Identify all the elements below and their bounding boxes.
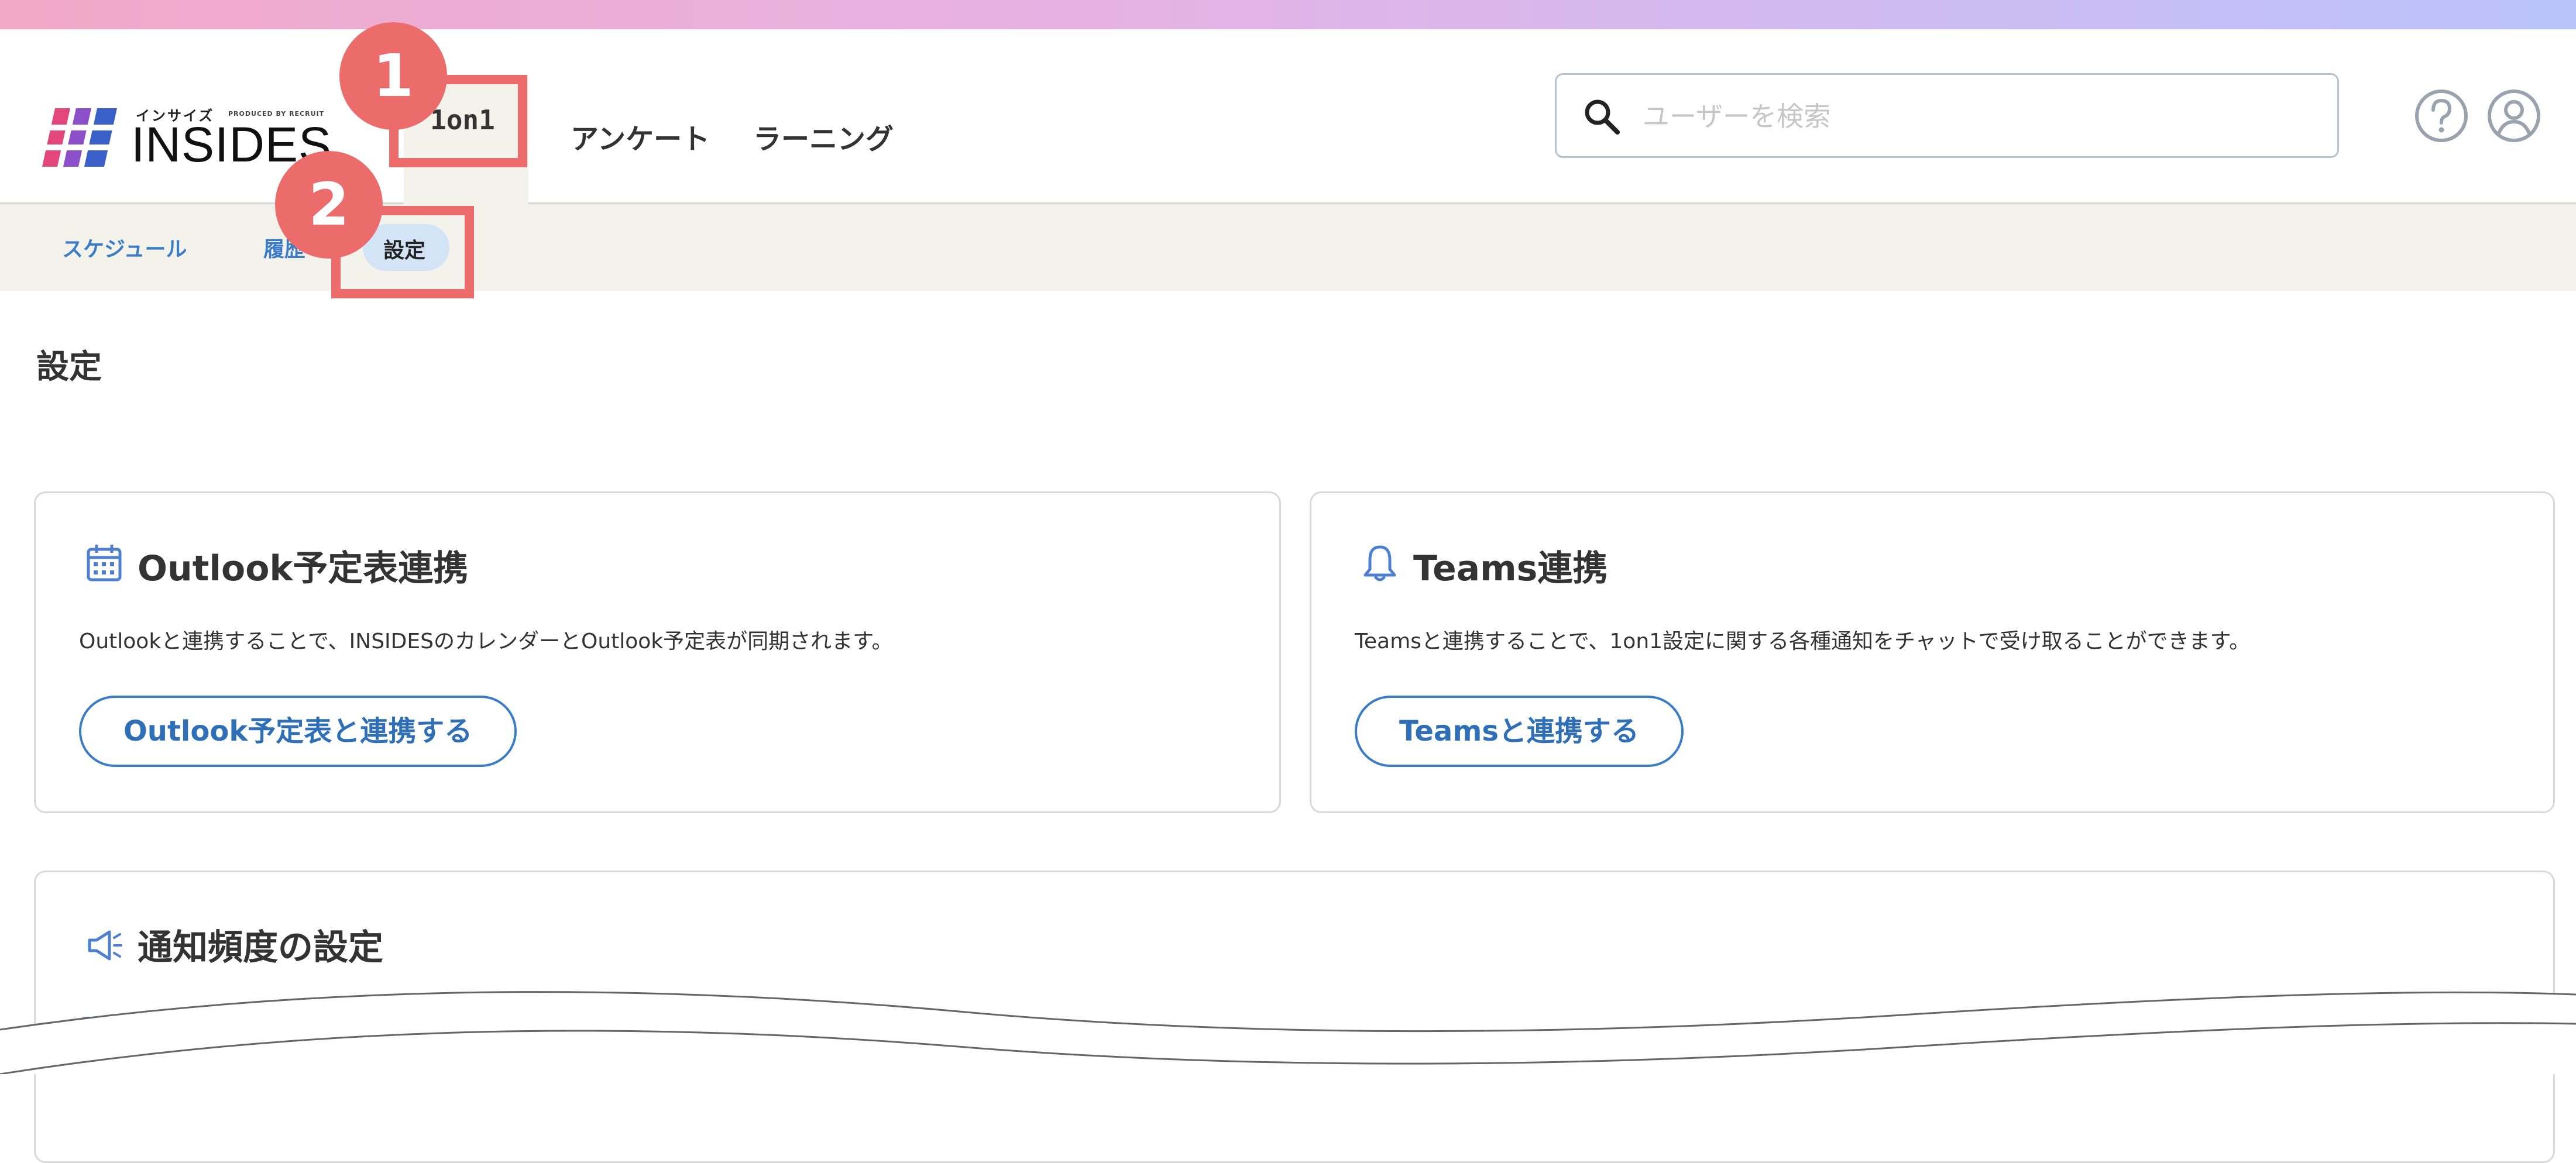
account-icon[interactable] [2486,88,2542,144]
search-input[interactable] [1641,88,2317,145]
nav-tab-survey[interactable]: アンケート [571,116,710,157]
teams-card: Teams連携 Teamsと連携することで、1on1設定に関する各種通知をチャッ… [1310,491,2555,813]
outlook-card-description: Outlookと連携することで、INSIDESのカレンダーとOutlook予定表… [79,629,893,653]
annotation-step-1: 1 [339,22,447,130]
connect-outlook-button[interactable]: Outlook予定表と連携する [79,696,517,767]
outlook-card: Outlook予定表連携 Outlookと連携することで、INSIDESのカレン… [34,491,1281,813]
logo-stripes-icon [42,108,117,167]
calendar-icon [87,545,122,582]
page-title: 設定 [36,348,102,386]
outlook-card-title: Outlook予定表連携 [138,548,469,589]
bell-icon [1363,545,1396,582]
subnav-schedule[interactable]: スケジュール [62,232,187,263]
search-icon [1585,99,1620,135]
help-icon[interactable] [2413,88,2469,144]
user-search[interactable] [1555,73,2339,158]
torn-edge [0,991,2576,1074]
annotation-step-2: 2 [275,151,383,259]
teams-card-description: Teamsと連携することで、1on1設定に関する各種通知をチャットで受け取ること… [1355,629,2251,653]
insides-logo[interactable]: インサイズ PRODUCED BY RECRUIT INSIDES [42,76,341,171]
connect-teams-button[interactable]: Teamsと連携する [1355,696,1684,767]
nav-tab-learning[interactable]: ラーニング [753,116,894,157]
teams-card-title: Teams連携 [1413,548,1608,589]
